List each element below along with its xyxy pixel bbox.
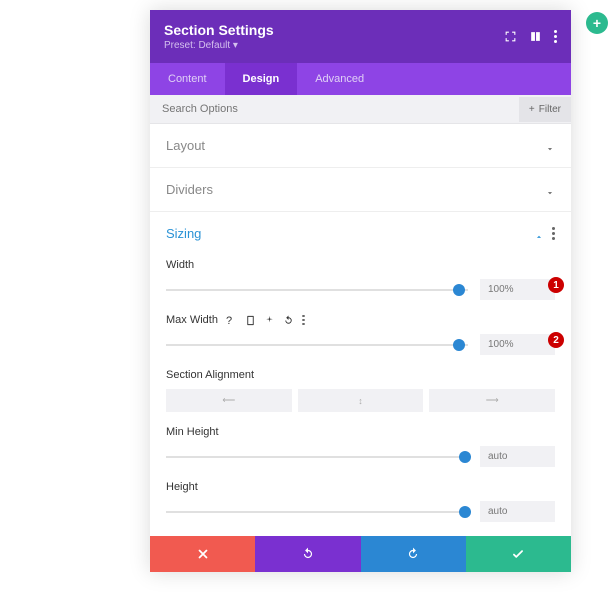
- annotation-1: 1: [548, 277, 564, 293]
- label-min-height: Min Height: [166, 426, 219, 438]
- expand-icon[interactable]: [504, 30, 517, 43]
- group-title-sizing: Sizing: [166, 226, 201, 241]
- slider-thumb[interactable]: [459, 506, 471, 518]
- group-header-sizing[interactable]: Sizing: [150, 212, 571, 255]
- add-section-fab[interactable]: +: [586, 12, 608, 34]
- layers-icon[interactable]: [529, 30, 542, 43]
- slider-width[interactable]: [166, 289, 468, 291]
- tab-design[interactable]: Design: [225, 63, 298, 95]
- slider-max-width[interactable]: [166, 344, 468, 346]
- header-left: Section Settings Preset: Default ▾: [164, 22, 274, 51]
- filter-button[interactable]: + Filter: [519, 97, 571, 122]
- align-left-button[interactable]: ⟵: [166, 389, 292, 412]
- chevron-down-icon: [545, 185, 555, 195]
- group-layout: Layout: [150, 124, 571, 168]
- label-section-alignment: Section Alignment: [166, 369, 254, 381]
- group-header-layout[interactable]: Layout: [150, 124, 571, 167]
- input-max-width[interactable]: [480, 334, 555, 355]
- hover-icon[interactable]: [264, 315, 275, 326]
- tabs: Content Design Advanced: [150, 63, 571, 95]
- field-toolbar: ?: [226, 315, 313, 326]
- tab-advanced[interactable]: Advanced: [297, 63, 382, 95]
- align-center-button[interactable]: ↕: [298, 389, 424, 412]
- header-icons: [504, 30, 557, 43]
- panel-title: Section Settings: [164, 22, 274, 38]
- field-menu-icon[interactable]: [302, 315, 313, 326]
- panel-body: Layout Dividers Sizing Width: [150, 124, 571, 536]
- tablet-icon[interactable]: [245, 315, 256, 326]
- group-dividers: Dividers: [150, 168, 571, 212]
- input-height[interactable]: [480, 501, 555, 522]
- slider-height[interactable]: [166, 511, 468, 513]
- redo-icon: [406, 547, 420, 561]
- input-width[interactable]: [480, 279, 555, 300]
- group-menu-icon[interactable]: [552, 227, 555, 240]
- panel-header: Section Settings Preset: Default ▾: [150, 10, 571, 63]
- label-max-width: Max Width: [166, 314, 218, 326]
- close-icon: [196, 547, 210, 561]
- undo-icon: [301, 547, 315, 561]
- chevron-up-icon: [534, 229, 544, 239]
- group-title-dividers: Dividers: [166, 182, 213, 197]
- search-input[interactable]: [150, 95, 519, 123]
- chevron-down-icon: [545, 141, 555, 151]
- undo-button[interactable]: [255, 536, 360, 572]
- field-width: Width 1: [166, 259, 555, 300]
- sizing-body: Width 1 Max Width ?: [150, 255, 571, 536]
- plus-icon: +: [529, 104, 535, 115]
- help-icon[interactable]: ?: [226, 315, 237, 326]
- group-title-layout: Layout: [166, 138, 205, 153]
- slider-thumb[interactable]: [459, 451, 471, 463]
- field-max-width: Max Width ?: [166, 314, 555, 355]
- annotation-2: 2: [548, 332, 564, 348]
- field-height: Height: [166, 481, 555, 522]
- filter-label: Filter: [539, 104, 561, 115]
- header-menu-icon[interactable]: [554, 30, 557, 43]
- label-width: Width: [166, 259, 194, 271]
- align-right-button[interactable]: ⟶: [429, 389, 555, 412]
- preset-dropdown[interactable]: Preset: Default ▾: [164, 40, 274, 51]
- group-sizing: Sizing Width 1: [150, 212, 571, 536]
- field-min-height: Min Height: [166, 426, 555, 467]
- check-icon: [511, 547, 525, 561]
- panel-footer: [150, 536, 571, 572]
- close-button[interactable]: [150, 536, 255, 572]
- input-min-height[interactable]: [480, 446, 555, 467]
- slider-thumb[interactable]: [453, 339, 465, 351]
- group-header-dividers[interactable]: Dividers: [150, 168, 571, 211]
- field-section-alignment: Section Alignment ⟵ ↕ ⟶: [166, 369, 555, 412]
- reset-icon[interactable]: [283, 315, 294, 326]
- plus-icon: +: [593, 15, 601, 31]
- tab-content[interactable]: Content: [150, 63, 225, 95]
- label-height: Height: [166, 481, 198, 493]
- filter-row: + Filter: [150, 95, 571, 124]
- slider-thumb[interactable]: [453, 284, 465, 296]
- redo-button[interactable]: [361, 536, 466, 572]
- settings-panel: Section Settings Preset: Default ▾ Conte…: [150, 10, 571, 572]
- save-button[interactable]: [466, 536, 571, 572]
- slider-min-height[interactable]: [166, 456, 468, 458]
